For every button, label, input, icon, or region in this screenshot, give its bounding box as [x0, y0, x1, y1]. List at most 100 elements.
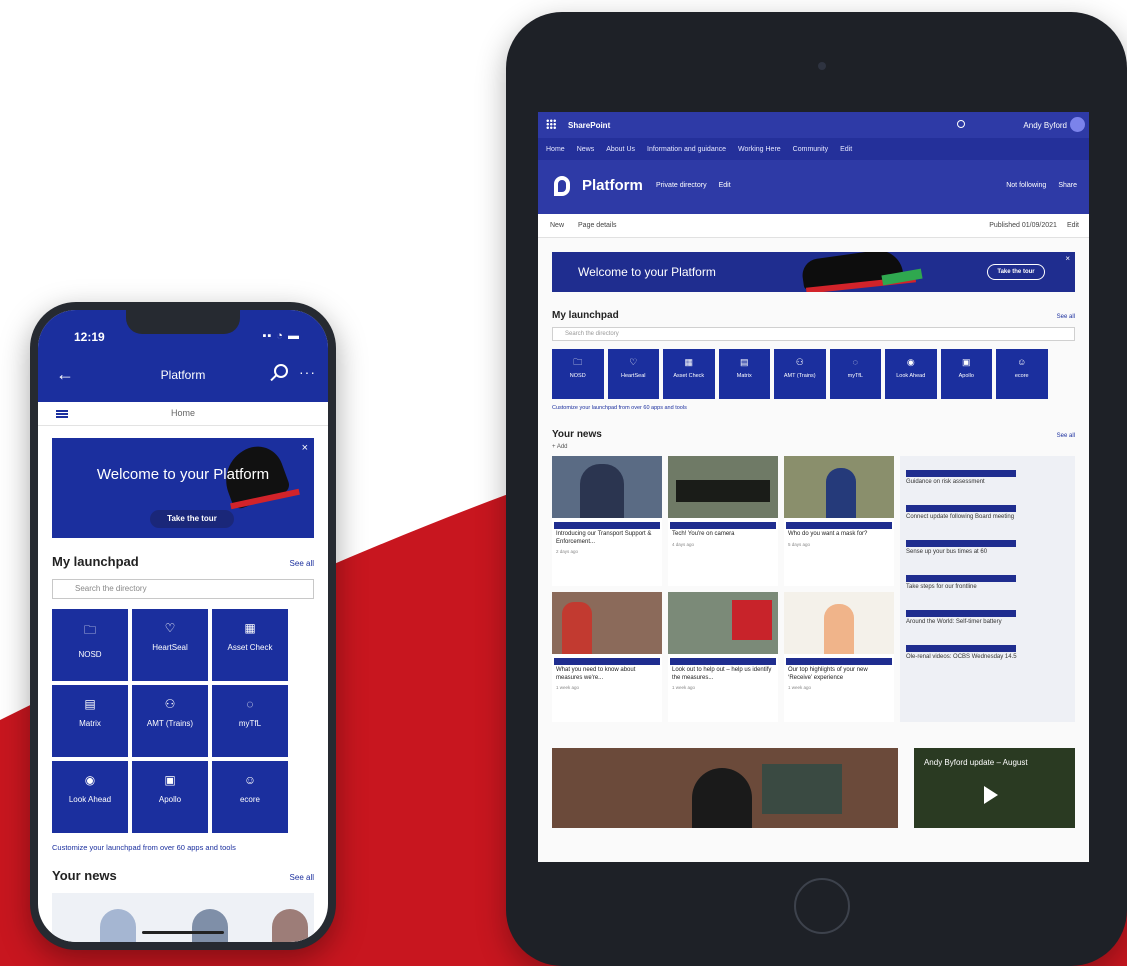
- phone-device: 12:19 ▪▪ ◔ ▬ ← Platform ··· Home × Welco…: [30, 302, 336, 950]
- phone-screen: 12:19 ▪▪ ◔ ▬ ← Platform ··· Home × Welco…: [38, 310, 328, 942]
- tile-amt-trains[interactable]: ⚇ AMT (Trains): [774, 349, 826, 399]
- hub-nav-item[interactable]: News: [577, 146, 595, 153]
- banner-title: Welcome to your Platform: [96, 466, 270, 483]
- search-icon[interactable]: [957, 120, 965, 128]
- video-card[interactable]: Andy Byford update – August: [913, 748, 1075, 828]
- people-icon: ⚇: [795, 357, 804, 367]
- calculator-icon: ▣: [961, 357, 971, 367]
- directory-search-input[interactable]: Search the directory: [52, 579, 314, 599]
- news-list-item[interactable]: Around the World: Self-timer battery: [906, 610, 1069, 625]
- hub-nav-item[interactable]: Edit: [840, 146, 852, 153]
- user-name[interactable]: Andy Byford: [1023, 121, 1067, 130]
- tile-heartseal[interactable]: ♡ HeartSeal: [607, 349, 659, 399]
- news-card[interactable]: What you need to know about measures we'…: [552, 592, 662, 722]
- tile-label: NOSD: [78, 650, 102, 659]
- tile-asset-check[interactable]: ▦ Asset Check: [663, 349, 715, 399]
- home-indicator[interactable]: [142, 931, 224, 934]
- hub-nav-item[interactable]: Home: [546, 146, 565, 153]
- hub-nav-item[interactable]: Working Here: [738, 146, 781, 153]
- news-card[interactable]: Who do you want a mask for? 5 days ago: [784, 456, 894, 586]
- featured-image[interactable]: [552, 748, 898, 828]
- site-link[interactable]: Edit: [719, 182, 731, 189]
- share-button[interactable]: Share: [1058, 182, 1077, 189]
- tile-ecore[interactable]: ☺ ecore: [212, 761, 288, 833]
- suite-title[interactable]: SharePoint: [568, 121, 610, 130]
- tile-look-ahead[interactable]: ◉ Look Ahead: [885, 349, 937, 399]
- news-card-title: Introducing our Transport Support & Enfo…: [556, 531, 652, 545]
- more-icon[interactable]: ···: [299, 364, 316, 380]
- news-card-meta: 1 week ago: [788, 685, 812, 690]
- news-list-tag: [906, 540, 1016, 547]
- new-button[interactable]: New: [550, 222, 564, 229]
- news-card[interactable]: Introducing our Transport Support & Enfo…: [552, 456, 662, 586]
- tile-look-ahead[interactable]: ◉ Look Ahead: [52, 761, 128, 833]
- person-image: [100, 909, 136, 942]
- customize-launchpad-link[interactable]: Customize your launchpad from over 60 ap…: [552, 405, 1075, 411]
- close-icon[interactable]: ×: [1065, 254, 1070, 263]
- news-list-item[interactable]: Take steps for our frontline: [906, 575, 1069, 590]
- take-tour-button[interactable]: Take the tour: [150, 510, 234, 528]
- tile-amt-trains[interactable]: ⚇ AMT (Trains): [132, 685, 208, 757]
- tile-mytfl[interactable]: ◌ myTfL: [212, 685, 288, 757]
- news-card[interactable]: Tech! You're on camera 4 days ago: [668, 456, 778, 586]
- play-icon[interactable]: [983, 786, 998, 804]
- customize-launchpad-link[interactable]: Customize your launchpad from over 60 ap…: [52, 843, 314, 852]
- news-list-tag: [906, 645, 1016, 652]
- news-see-all-link[interactable]: See all: [1057, 433, 1075, 439]
- folder-icon: 🗀: [573, 357, 583, 367]
- news-see-all-link[interactable]: See all: [290, 873, 314, 882]
- news-list-item[interactable]: Sense up your bus times at 60: [906, 540, 1069, 555]
- person-image: [692, 768, 752, 828]
- hub-nav-item[interactable]: Information and guidance: [647, 146, 726, 153]
- tile-matrix[interactable]: ▤ Matrix: [718, 349, 770, 399]
- nav-home-label[interactable]: Home: [38, 408, 328, 418]
- tile-label: ecore: [1014, 372, 1029, 379]
- news-list-title: Ole-renal videos: OCBS Wednesday 14.5: [906, 654, 1017, 660]
- avatar[interactable]: [1070, 117, 1085, 132]
- site-link[interactable]: Private directory: [656, 182, 707, 189]
- news-list-item[interactable]: Connect update following Board meeting: [906, 505, 1069, 520]
- site-name[interactable]: Platform: [582, 177, 643, 194]
- news-card-meta: 2 days ago: [556, 549, 579, 554]
- launchpad-heading: My launchpad: [52, 554, 139, 569]
- follow-button[interactable]: Not following: [1006, 182, 1046, 189]
- close-icon[interactable]: ×: [302, 442, 308, 454]
- tile-asset-check[interactable]: ▦ Asset Check: [212, 609, 288, 681]
- tile-mytfl[interactable]: ◌ myTfL: [829, 349, 881, 399]
- news-image[interactable]: [52, 893, 314, 942]
- news-card-meta: 1 week ago: [556, 685, 580, 690]
- launchpad-see-all-link[interactable]: See all: [1057, 314, 1075, 320]
- search-icon[interactable]: [274, 364, 288, 378]
- tile-heartseal[interactable]: ♡ HeartSeal: [132, 609, 208, 681]
- news-cards: Introducing our Transport Support & Enfo…: [552, 456, 894, 722]
- tile-label: Look Ahead: [68, 795, 112, 804]
- hub-nav-item[interactable]: About Us: [606, 146, 635, 153]
- add-news-button[interactable]: + Add: [552, 444, 1075, 450]
- directory-search-input[interactable]: Search the directory: [552, 327, 1075, 341]
- news-list-item[interactable]: Guidance on risk assessment: [906, 470, 1069, 485]
- tile-label: myTfL: [847, 372, 863, 379]
- home-button[interactable]: [794, 878, 850, 934]
- news-card[interactable]: Our top highlights of your new ‘Receive’…: [784, 592, 894, 722]
- tile-nosd[interactable]: 🗀 NOSD: [552, 349, 604, 399]
- news-card-title: Tech! You're on camera: [672, 531, 735, 537]
- hub-nav-item[interactable]: Community: [793, 146, 828, 153]
- news-card-meta: 1 week ago: [672, 685, 696, 690]
- tile-nosd[interactable]: 🗀 NOSD: [52, 609, 128, 681]
- launchpad-see-all-link[interactable]: See all: [290, 559, 314, 568]
- news-list-title: Sense up your bus times at 60: [906, 549, 988, 555]
- news-card-title: Our top highlights of your new ‘Receive’…: [788, 667, 868, 681]
- app-launcher-icon[interactable]: [546, 119, 556, 129]
- tile-apollo[interactable]: ▣ Apollo: [940, 349, 992, 399]
- tile-label: Apollo: [158, 795, 182, 804]
- tile-ecore[interactable]: ☺ ecore: [996, 349, 1048, 399]
- news-list-item[interactable]: Ole-renal videos: OCBS Wednesday 14.5: [906, 645, 1069, 660]
- tile-matrix[interactable]: ▤ Matrix: [52, 685, 128, 757]
- tile-apollo[interactable]: ▣ Apollo: [132, 761, 208, 833]
- news-card-tag: [554, 522, 660, 529]
- edit-button[interactable]: Edit: [1067, 222, 1079, 229]
- tile-label: Matrix: [79, 719, 101, 728]
- news-card[interactable]: Look out to help out – help us identify …: [668, 592, 778, 722]
- take-tour-button[interactable]: Take the tour: [987, 264, 1045, 280]
- page-details-button[interactable]: Page details: [578, 222, 617, 229]
